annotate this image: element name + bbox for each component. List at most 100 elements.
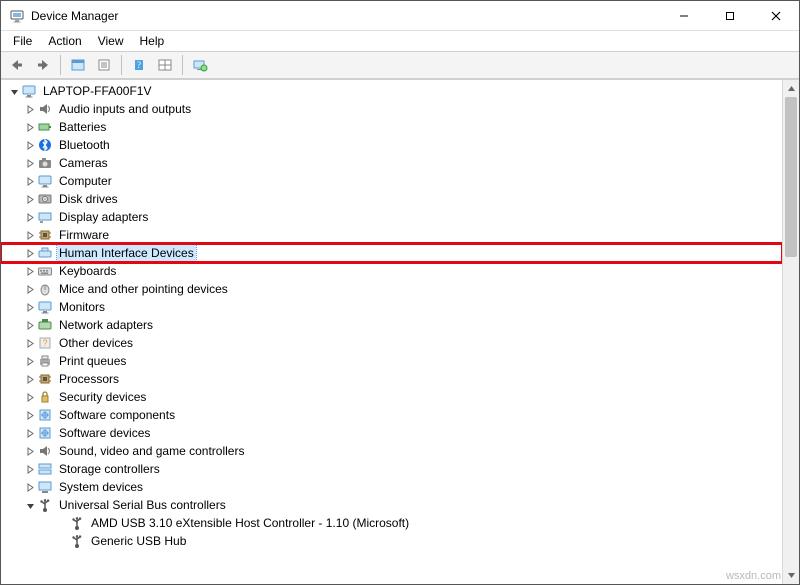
tree-twist-icon[interactable] <box>23 159 37 168</box>
tree-item-cameras[interactable]: Cameras <box>1 154 782 172</box>
maximize-button[interactable] <box>707 1 753 31</box>
tree-twist-icon[interactable] <box>23 357 37 366</box>
close-button[interactable] <box>753 1 799 31</box>
tree-item-display[interactable]: Display adapters <box>1 208 782 226</box>
tree-item-label: Audio inputs and outputs <box>57 101 193 117</box>
scan-hardware-button[interactable] <box>188 54 212 76</box>
monitor-icon <box>37 299 53 315</box>
tree-item-label: Network adapters <box>57 317 155 333</box>
tree-item-computer[interactable]: Computer <box>1 172 782 190</box>
minimize-button[interactable] <box>661 1 707 31</box>
tree-twist-icon[interactable] <box>23 285 37 294</box>
tree-twist-icon[interactable] <box>23 483 37 492</box>
tree-item-hid[interactable]: Human Interface Devices <box>1 244 782 262</box>
tree-item-label: System devices <box>57 479 145 495</box>
tree-twist-icon[interactable] <box>23 123 37 132</box>
tree-twist-icon[interactable] <box>23 195 37 204</box>
tree-root[interactable]: LAPTOP-FFA00F1V <box>1 82 782 100</box>
tree-item-usb-generic[interactable]: Generic USB Hub <box>1 532 782 550</box>
tree-item-monitors[interactable]: Monitors <box>1 298 782 316</box>
tree-item-network[interactable]: Network adapters <box>1 316 782 334</box>
tree-item-other[interactable]: ? Other devices <box>1 334 782 352</box>
help-button[interactable]: ? <box>127 54 151 76</box>
tree-twist-icon[interactable] <box>23 393 37 402</box>
tree-twist-icon[interactable] <box>23 321 37 330</box>
tree-twist-icon[interactable] <box>23 177 37 186</box>
tree-twist-icon[interactable] <box>23 339 37 348</box>
forward-button[interactable] <box>31 54 55 76</box>
disk-icon <box>37 191 53 207</box>
tree-twist-icon[interactable] <box>23 231 37 240</box>
tree-item-label: Software devices <box>57 425 152 441</box>
scroll-up-button[interactable] <box>783 80 799 97</box>
tree-item-label: Keyboards <box>57 263 118 279</box>
tree-item-print[interactable]: Print queues <box>1 352 782 370</box>
scroll-thumb[interactable] <box>785 97 797 257</box>
tree-twist-icon[interactable] <box>23 213 37 222</box>
tree-twist-icon[interactable] <box>23 411 37 420</box>
tree-item-firmware[interactable]: Firmware <box>1 226 782 244</box>
tree-twist-icon[interactable] <box>23 267 37 276</box>
show-hidden-button[interactable] <box>66 54 90 76</box>
tree-item-label: Monitors <box>57 299 107 315</box>
titlebar: Device Manager <box>1 1 799 31</box>
menubar: File Action View Help <box>1 31 799 51</box>
tree-root-label: LAPTOP-FFA00F1V <box>41 83 154 99</box>
tree-item-disk[interactable]: Disk drives <box>1 190 782 208</box>
menu-file[interactable]: File <box>5 32 40 50</box>
tree-item-label: Print queues <box>57 353 128 369</box>
tree-item-cpu[interactable]: Processors <box>1 370 782 388</box>
tree-twist-icon[interactable] <box>23 375 37 384</box>
tree-item-system[interactable]: System devices <box>1 478 782 496</box>
speaker-icon <box>37 101 53 117</box>
tree-item-label: Sound, video and game controllers <box>57 443 246 459</box>
tree-item-label: Universal Serial Bus controllers <box>57 497 228 513</box>
device-tree[interactable]: LAPTOP-FFA00F1V Audio inputs and outputs… <box>1 80 782 584</box>
tree-item-bluetooth[interactable]: Bluetooth <box>1 136 782 154</box>
menu-action[interactable]: Action <box>40 32 89 50</box>
tree-twist-icon[interactable] <box>23 105 37 114</box>
usb-icon <box>69 533 85 549</box>
scroll-down-button[interactable] <box>783 567 799 584</box>
menu-help[interactable]: Help <box>132 32 173 50</box>
tree-twist-icon[interactable] <box>23 447 37 456</box>
grid-view-button[interactable] <box>153 54 177 76</box>
tree-item-batteries[interactable]: Batteries <box>1 118 782 136</box>
tree-twist-icon[interactable] <box>23 249 37 258</box>
toolbar: ? <box>1 51 799 79</box>
tree-item-mice[interactable]: Mice and other pointing devices <box>1 280 782 298</box>
tree-item-usb[interactable]: Universal Serial Bus controllers <box>1 496 782 514</box>
menu-view[interactable]: View <box>90 32 132 50</box>
tree-item-keyboards[interactable]: Keyboards <box>1 262 782 280</box>
tree-item-label: Generic USB Hub <box>89 533 188 549</box>
scroll-track[interactable] <box>783 97 799 567</box>
tree-item-security[interactable]: Security devices <box>1 388 782 406</box>
tree-twist-icon[interactable] <box>23 465 37 474</box>
tree-twist-icon[interactable] <box>23 141 37 150</box>
tree-twist-icon[interactable] <box>7 87 21 96</box>
tree-item-sound[interactable]: Sound, video and game controllers <box>1 442 782 460</box>
storage-icon <box>37 461 53 477</box>
system-icon <box>37 479 53 495</box>
usb-icon <box>69 515 85 531</box>
tree-panel: LAPTOP-FFA00F1V Audio inputs and outputs… <box>1 79 799 584</box>
tree-item-swdev[interactable]: Software devices <box>1 424 782 442</box>
tree-twist-icon[interactable] <box>23 429 37 438</box>
app-icon <box>9 8 25 24</box>
tree-item-audio[interactable]: Audio inputs and outputs <box>1 100 782 118</box>
properties-button[interactable] <box>92 54 116 76</box>
tree-item-swcomp[interactable]: Software components <box>1 406 782 424</box>
window-title: Device Manager <box>31 9 118 23</box>
network-icon <box>37 317 53 333</box>
camera-icon <box>37 155 53 171</box>
back-button[interactable] <box>5 54 29 76</box>
vertical-scrollbar[interactable] <box>782 80 799 584</box>
computer-root-icon <box>21 83 37 99</box>
tree-twist-icon[interactable] <box>23 303 37 312</box>
other-icon: ? <box>37 335 53 351</box>
tree-twist-icon[interactable] <box>23 501 37 510</box>
tree-item-usb-amd[interactable]: AMD USB 3.10 eXtensible Host Controller … <box>1 514 782 532</box>
tree-item-label: Bluetooth <box>57 137 112 153</box>
tree-item-storage[interactable]: Storage controllers <box>1 460 782 478</box>
security-icon <box>37 389 53 405</box>
